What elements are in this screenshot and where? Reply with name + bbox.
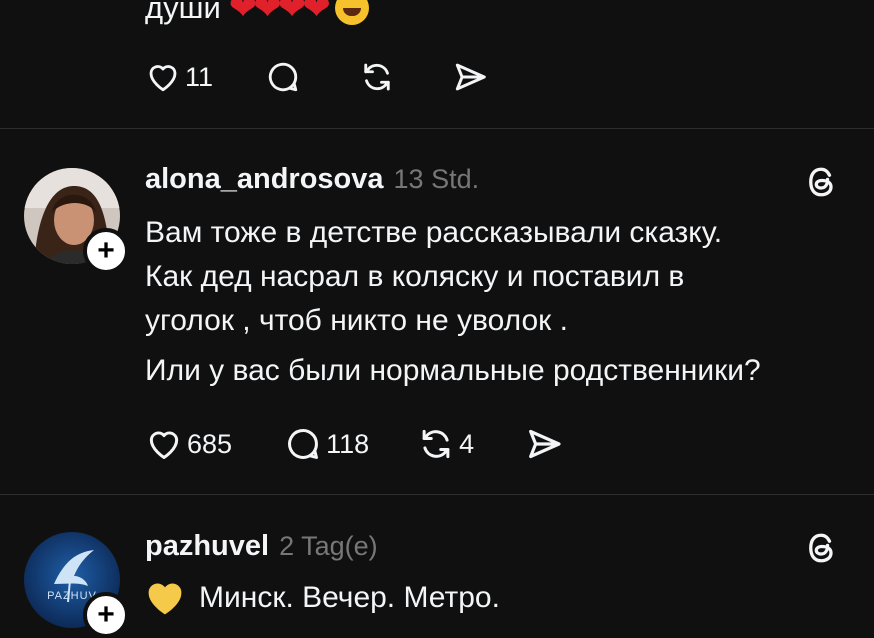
like-button[interactable]: 685 (145, 425, 232, 463)
reply-button[interactable] (265, 59, 301, 95)
reply-button[interactable]: 118 (284, 425, 369, 463)
post-header: alona_androsova 13 Std. (145, 163, 479, 196)
username[interactable]: alona_androsova (145, 163, 384, 195)
share-button[interactable] (451, 58, 489, 96)
like-count: 11 (185, 61, 214, 92)
like-count: 685 (187, 428, 233, 459)
post-header: pazhuvel 2 Tag(e) (145, 530, 378, 563)
red-heart-emoji-icon: ❤❤❤❤ (228, 0, 331, 27)
reply-count: 118 (326, 428, 370, 459)
laughing-emoji-icon (334, 0, 369, 25)
threads-logo-icon[interactable] (804, 530, 840, 566)
post-line: Или у вас были нормальные родственники? (145, 354, 761, 387)
heart-icon (149, 65, 177, 92)
post-actions: 11 (145, 58, 489, 96)
post-text: души ❤❤❤❤ (145, 0, 369, 28)
share-button[interactable] (524, 424, 564, 464)
post-line: уголок , чтоб никто не уволок . (145, 304, 568, 337)
post-text-word: души (145, 0, 221, 25)
follow-plus-button[interactable]: + (83, 228, 129, 274)
plus-icon: + (97, 234, 115, 267)
share-send-icon (529, 429, 561, 459)
share-send-icon (455, 63, 486, 91)
post-body: Минск. Вечер. Метро. (145, 576, 500, 620)
repost-button[interactable] (359, 59, 395, 95)
repost-button[interactable]: 4 (417, 425, 474, 463)
post-line: Как дед насрал в коляску и поставил в (145, 260, 685, 293)
post-line: Минск. Вечер. Метро. (199, 581, 500, 614)
post-body: Вам тоже в детстве рассказывали сказку. … (145, 211, 761, 393)
follow-plus-button[interactable]: + (83, 592, 129, 638)
plus-icon: + (97, 598, 115, 631)
timestamp: 13 Std. (393, 164, 480, 194)
repost-icon (364, 63, 390, 91)
divider (0, 128, 874, 129)
post-actions: 685 118 4 (145, 424, 564, 464)
repost-icon (422, 429, 450, 459)
comment-bubble-icon (288, 429, 319, 459)
divider (0, 494, 874, 495)
repost-count: 4 (459, 428, 475, 459)
comment-bubble-icon (268, 62, 298, 92)
like-button[interactable]: 11 (145, 59, 213, 95)
username[interactable]: pazhuvel (145, 530, 269, 562)
heart-icon (149, 431, 179, 459)
threads-logo-icon[interactable] (804, 164, 840, 200)
yellow-heart-emoji-icon (148, 583, 182, 615)
timestamp: 2 Tag(e) (279, 531, 378, 561)
post-line: Вам тоже в детстве рассказывали сказку. (145, 216, 723, 249)
